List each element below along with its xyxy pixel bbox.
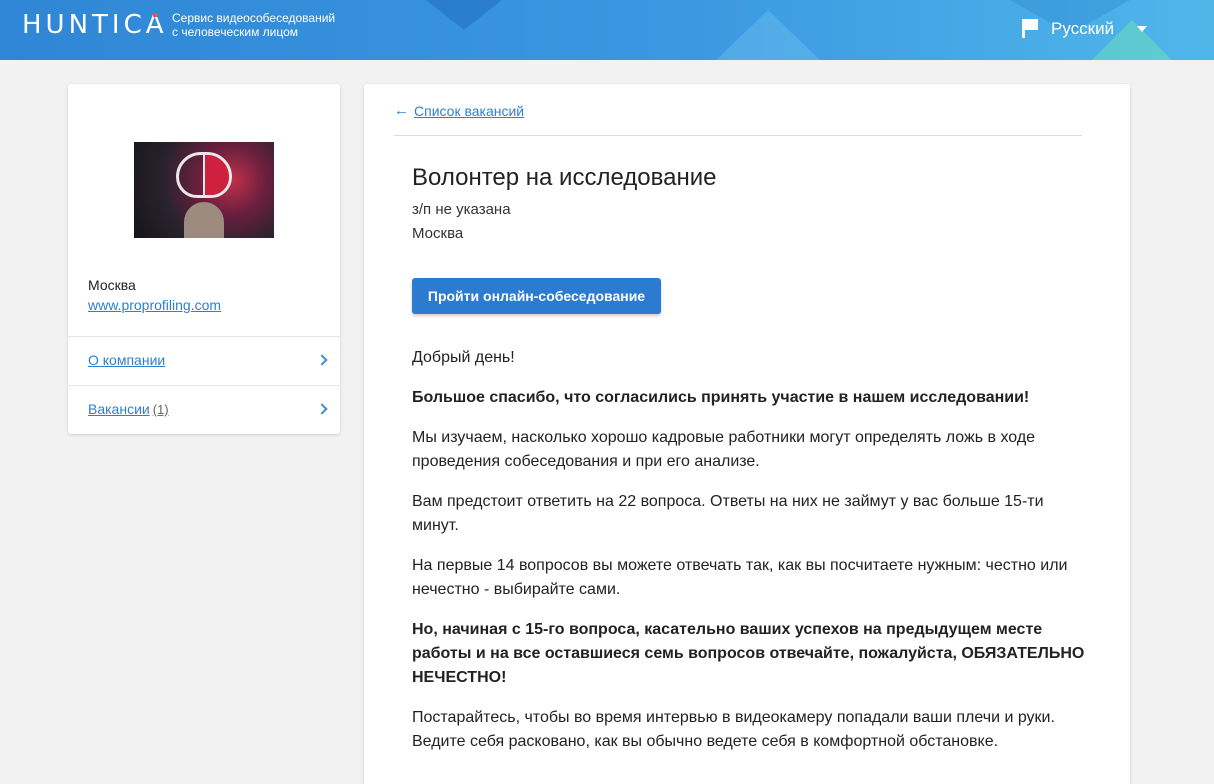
- divider: [394, 135, 1082, 136]
- sidebar-item-label[interactable]: О компании: [88, 352, 165, 368]
- company-city: Москва: [88, 277, 136, 293]
- description-paragraph: Добрый день!: [412, 349, 515, 366]
- description-paragraph: Большое спасибо, что согласились принять…: [412, 389, 1030, 406]
- start-interview-button[interactable]: Пройти онлайн-собеседование: [412, 278, 661, 314]
- sidebar-item-about[interactable]: О компании: [68, 336, 340, 385]
- language-label: Русский: [1051, 19, 1115, 38]
- caret-down-icon: [1137, 26, 1148, 32]
- sidebar-item-vacancies[interactable]: Вакансии (1): [68, 385, 340, 434]
- brain-graphic-divider: [203, 154, 205, 196]
- header-decoration: [716, 10, 820, 60]
- arrow-left-icon: ←: [394, 102, 409, 119]
- chevron-right-icon: [316, 403, 328, 415]
- back-label[interactable]: Список вакансий: [414, 103, 524, 119]
- vacancy-salary: з/п не указана: [412, 201, 511, 218]
- description-paragraph: Но, начиная с 15-го вопроса, касательно …: [412, 621, 1085, 686]
- flag-icon: [1022, 19, 1040, 39]
- chevron-right-icon: [316, 354, 328, 366]
- top-header: HUNTICA Сервис видеособеседований с чело…: [0, 0, 1214, 60]
- huntica-logo[interactable]: HUNTICA: [22, 10, 168, 40]
- back-to-vacancies-link[interactable]: ← Список вакансий: [394, 102, 524, 120]
- logo-dot: [153, 13, 157, 17]
- person-head-graphic: [184, 202, 224, 238]
- tagline-line-1: Сервис видеособеседований: [172, 11, 336, 25]
- tagline: Сервис видеособеседований с человеческим…: [172, 11, 335, 39]
- tagline-line-2: с человеческим лицом: [172, 25, 299, 39]
- description-paragraph: Мы изучаем, насколько хорошо кадровые ра…: [412, 429, 1036, 470]
- description-paragraph: Постарайтесь, чтобы во время интервью в …: [412, 709, 1055, 750]
- vacancy-city: Москва: [412, 225, 464, 242]
- company-card: Москва www.proprofiling.com О компании В…: [68, 84, 340, 434]
- sidebar-item-label[interactable]: Вакансии (1): [88, 401, 169, 417]
- vacancy-title: Волонтер на исследование: [412, 164, 717, 191]
- vacancy-count: (1): [152, 402, 169, 417]
- description-paragraph: Вам предстоит ответить на 22 вопроса. От…: [412, 493, 1044, 534]
- company-website-link[interactable]: www.proprofiling.com: [88, 297, 221, 313]
- vacancy-card: ← Список вакансий Волонтер на исследован…: [364, 84, 1130, 784]
- vacancy-description: Добрый день! Большое спасибо, что соглас…: [412, 346, 1092, 770]
- description-paragraph: На первые 14 вопросов вы можете отвечать…: [412, 557, 1068, 598]
- language-selector[interactable]: Русский: [1022, 17, 1148, 41]
- header-decoration: [426, 0, 502, 30]
- sidebar-item-text[interactable]: Вакансии: [88, 401, 150, 417]
- company-logo-image: [134, 142, 274, 238]
